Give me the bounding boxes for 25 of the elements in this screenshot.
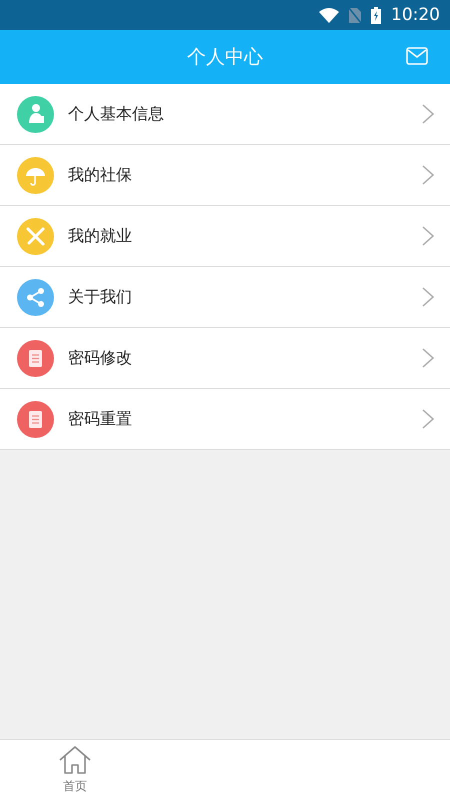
home-icon <box>58 744 92 774</box>
menu-label: 密码重置 <box>68 408 133 430</box>
menu-item[interactable]: 我的社保 <box>0 145 450 206</box>
no-sim-icon <box>349 8 361 22</box>
menu-item[interactable]: 关于我们 <box>0 267 450 328</box>
menu-label: 关于我们 <box>68 286 133 308</box>
status-time: 10:20 <box>391 5 440 25</box>
menu-item[interactable]: 密码重置 <box>0 389 450 450</box>
chevron-right-icon <box>422 409 434 429</box>
menu-label: 我的社保 <box>68 164 133 186</box>
menu-label: 密码修改 <box>68 348 133 368</box>
battery-icon <box>371 6 381 24</box>
chevron-right-icon <box>422 348 434 368</box>
chevron-right-icon <box>422 165 434 185</box>
wifi-icon <box>319 8 339 22</box>
mail-icon[interactable] <box>406 47 428 65</box>
page-title: 个人中心 <box>187 45 263 70</box>
menu-item[interactable]: 我的就业 <box>0 206 450 267</box>
menu-item[interactable]: 密码修改 <box>0 328 450 389</box>
chevron-right-icon <box>422 104 434 124</box>
chevron-right-icon <box>422 226 434 246</box>
menu-item[interactable]: 个人基本信息 <box>0 84 450 145</box>
chevron-right-icon <box>422 287 434 307</box>
menu-label: 个人基本信息 <box>68 104 165 124</box>
menu-label: 我的就业 <box>68 226 133 246</box>
